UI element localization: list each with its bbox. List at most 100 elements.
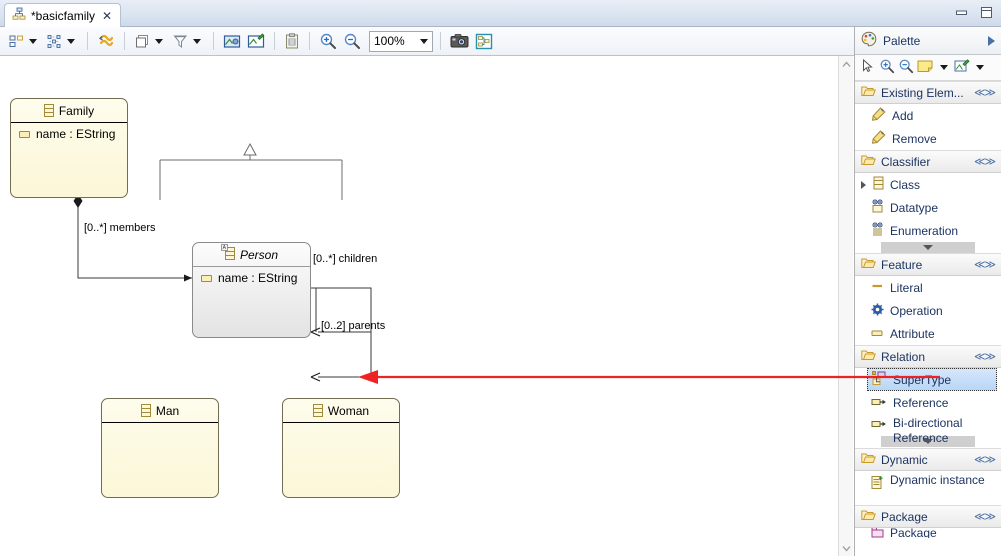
palette-item-package[interactable]: Package xyxy=(855,528,1001,538)
image-new-button[interactable] xyxy=(245,30,267,52)
palette-scroll-down-classifier[interactable] xyxy=(881,242,975,253)
uml-class-family[interactable]: Family name : EString xyxy=(10,98,128,198)
canvas-vertical-scrollbar[interactable] xyxy=(838,56,853,556)
toolbar-separator xyxy=(274,32,275,50)
palette-item-label: Bi-directional Reference xyxy=(893,416,963,445)
folder-icon xyxy=(861,154,876,169)
tab-title: *basicfamily xyxy=(31,8,96,23)
folder-icon xyxy=(861,509,876,524)
palette-item-reference[interactable]: Reference xyxy=(855,391,1001,414)
chevron-down-icon xyxy=(155,38,163,44)
palette-item-label: Dynamic instance xyxy=(890,473,985,487)
toolbar-separator xyxy=(213,32,214,50)
node-attribute[interactable]: name : EString xyxy=(11,123,127,141)
chevron-down-icon xyxy=(923,439,933,444)
minimize-icon[interactable] xyxy=(955,6,968,19)
operation-icon xyxy=(871,303,884,319)
chevron-right-icon[interactable] xyxy=(861,180,866,189)
folder-icon xyxy=(861,349,876,364)
cursor-icon[interactable] xyxy=(860,58,876,77)
chevron-down-icon xyxy=(67,38,75,44)
palette-toolbar xyxy=(855,55,1001,81)
attribute-icon xyxy=(871,327,884,341)
collapse-icon[interactable]: ≪≫ xyxy=(974,350,996,363)
palette-item-remove[interactable]: Remove xyxy=(855,127,1001,150)
zoom-in-button[interactable] xyxy=(317,30,339,52)
image-export-button[interactable] xyxy=(221,30,243,52)
scroll-up-arrow-icon[interactable] xyxy=(839,56,854,72)
paste-button[interactable] xyxy=(282,30,302,52)
zoom-level-combobox[interactable]: 100% xyxy=(369,30,433,52)
node-attribute[interactable]: name : EString xyxy=(193,267,310,285)
palette-item-attribute[interactable]: Attribute xyxy=(855,322,1001,345)
zoom-out-button[interactable] xyxy=(341,30,363,52)
attribute-icon xyxy=(19,130,30,138)
editor-tab-basicfamily[interactable]: *basicfamily ✕ xyxy=(4,3,122,27)
palette-expand-icon[interactable] xyxy=(988,35,995,46)
chevron-down-icon[interactable] xyxy=(976,65,984,70)
palette-group-label: Classifier xyxy=(881,154,931,169)
literal-icon xyxy=(871,280,884,295)
node-header: Woman xyxy=(283,399,399,423)
uml-class-person[interactable]: A Person name : EString xyxy=(192,242,311,338)
uml-class-woman[interactable]: Woman xyxy=(282,398,400,498)
palette-group-dynamic[interactable]: Dynamic ≪≫ xyxy=(855,448,1001,471)
chevron-down-icon[interactable] xyxy=(940,65,948,70)
collapse-icon[interactable]: ≪≫ xyxy=(974,453,996,466)
palette-group-label: Existing Elem... xyxy=(881,85,964,100)
scroll-down-arrow-icon[interactable] xyxy=(839,540,854,556)
palette-header: Palette xyxy=(855,27,1001,55)
arrange-dropdown[interactable] xyxy=(44,30,80,52)
palette-item-dynamic-instance[interactable]: Dynamic instance xyxy=(855,471,1001,505)
collapse-icon[interactable]: ≪≫ xyxy=(974,510,996,523)
palette-group-label: Package xyxy=(881,509,928,524)
collapse-icon[interactable]: ≪≫ xyxy=(974,258,996,271)
toolbar-separator xyxy=(87,32,88,50)
datatype-icon xyxy=(871,199,884,216)
palette-group-relation[interactable]: Relation ≪≫ xyxy=(855,345,1001,368)
node-title: Man xyxy=(155,403,180,418)
palette-group-existing-elements[interactable]: Existing Elem... ≪≫ xyxy=(855,81,1001,104)
refresh-button[interactable] xyxy=(95,30,117,52)
editor-tabbar: *basicfamily ✕ xyxy=(0,0,1001,27)
palette-item-label: Literal xyxy=(890,280,923,295)
folder-icon xyxy=(861,85,876,100)
geoshape-icon[interactable] xyxy=(954,58,970,77)
toolbar-separator xyxy=(440,32,441,50)
filter-dropdown[interactable] xyxy=(170,30,206,52)
pen-icon xyxy=(871,107,886,124)
collapse-icon[interactable]: ≪≫ xyxy=(974,86,996,99)
palette-item-supertype[interactable]: SuperType xyxy=(867,368,997,391)
reference-icon xyxy=(871,396,887,410)
dynamic-instance-icon xyxy=(871,475,884,493)
palette-group-package[interactable]: Package ≪≫ xyxy=(855,505,1001,528)
zoom-in-icon[interactable] xyxy=(879,58,895,77)
zoom-out-icon[interactable] xyxy=(898,58,914,77)
outline-button[interactable] xyxy=(473,30,495,52)
palette-item-class[interactable]: Class xyxy=(855,173,1001,196)
palette-group-feature[interactable]: Feature ≪≫ xyxy=(855,253,1001,276)
palette-group-label: Relation xyxy=(881,349,926,364)
close-icon[interactable]: ✕ xyxy=(102,9,112,23)
palette-group-label: Dynamic xyxy=(881,452,928,467)
palette-item-add[interactable]: Add xyxy=(855,104,1001,127)
uml-class-man[interactable]: Man xyxy=(101,398,219,498)
palette-item-label: Class xyxy=(890,177,921,192)
toolbar-separator xyxy=(309,32,310,50)
palette-group-classifier[interactable]: Classifier ≪≫ xyxy=(855,150,1001,173)
collapse-icon[interactable]: ≪≫ xyxy=(974,155,996,168)
snapshot-button[interactable] xyxy=(448,30,471,52)
layout-dropdown[interactable] xyxy=(6,30,42,52)
palette-item-datatype[interactable]: Datatype xyxy=(855,196,1001,219)
chevron-down-icon xyxy=(420,38,428,44)
palette-item-literal[interactable]: Literal xyxy=(855,276,1001,299)
note-icon[interactable] xyxy=(917,59,934,76)
layers-dropdown[interactable] xyxy=(132,30,168,52)
palette-item-operation[interactable]: Operation xyxy=(855,299,1001,322)
palette-item-label: Remove xyxy=(892,131,937,146)
diagram-canvas[interactable]: Family name : EString A Person name: ES… xyxy=(0,56,838,556)
maximize-icon[interactable] xyxy=(980,6,993,19)
node-header: Man xyxy=(102,399,218,423)
palette-item-enumeration[interactable]: Enumeration xyxy=(855,219,1001,242)
folder-icon xyxy=(861,257,876,272)
